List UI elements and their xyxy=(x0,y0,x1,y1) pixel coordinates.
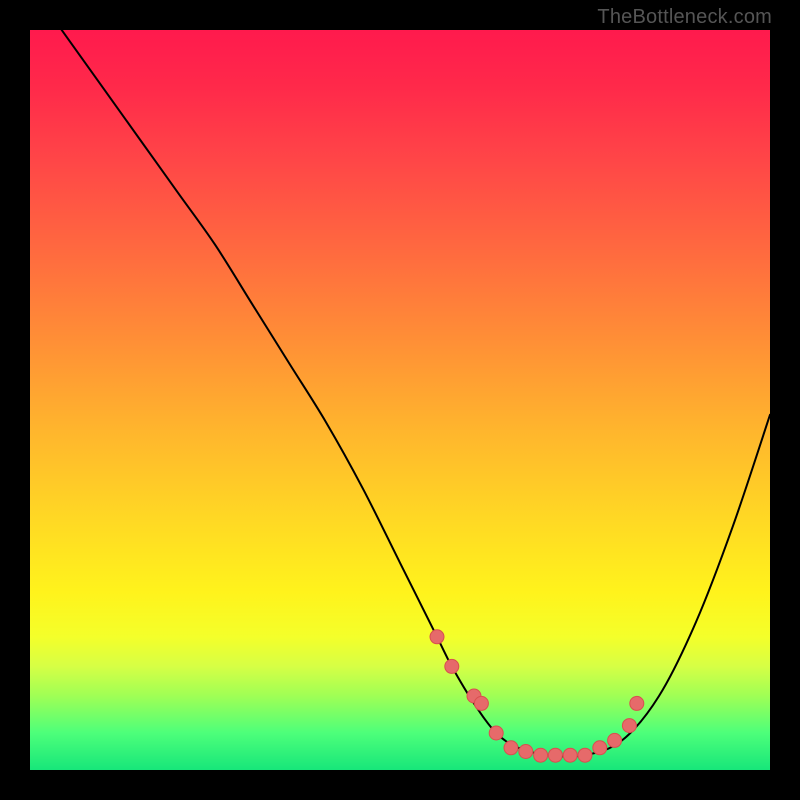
marker-point xyxy=(622,719,636,733)
marker-point xyxy=(445,659,459,673)
marker-point xyxy=(563,748,577,762)
marker-group xyxy=(430,630,644,762)
marker-point xyxy=(630,696,644,710)
marker-point xyxy=(548,748,562,762)
marker-point xyxy=(430,630,444,644)
marker-point xyxy=(534,748,548,762)
marker-point xyxy=(519,745,533,759)
marker-point xyxy=(578,748,592,762)
marker-point xyxy=(593,741,607,755)
marker-point xyxy=(504,741,518,755)
bottleneck-chart xyxy=(30,30,770,770)
bottleneck-curve-path xyxy=(30,0,770,757)
marker-point xyxy=(489,726,503,740)
marker-point xyxy=(608,733,622,747)
attribution-text: TheBottleneck.com xyxy=(597,6,772,29)
marker-point xyxy=(474,696,488,710)
